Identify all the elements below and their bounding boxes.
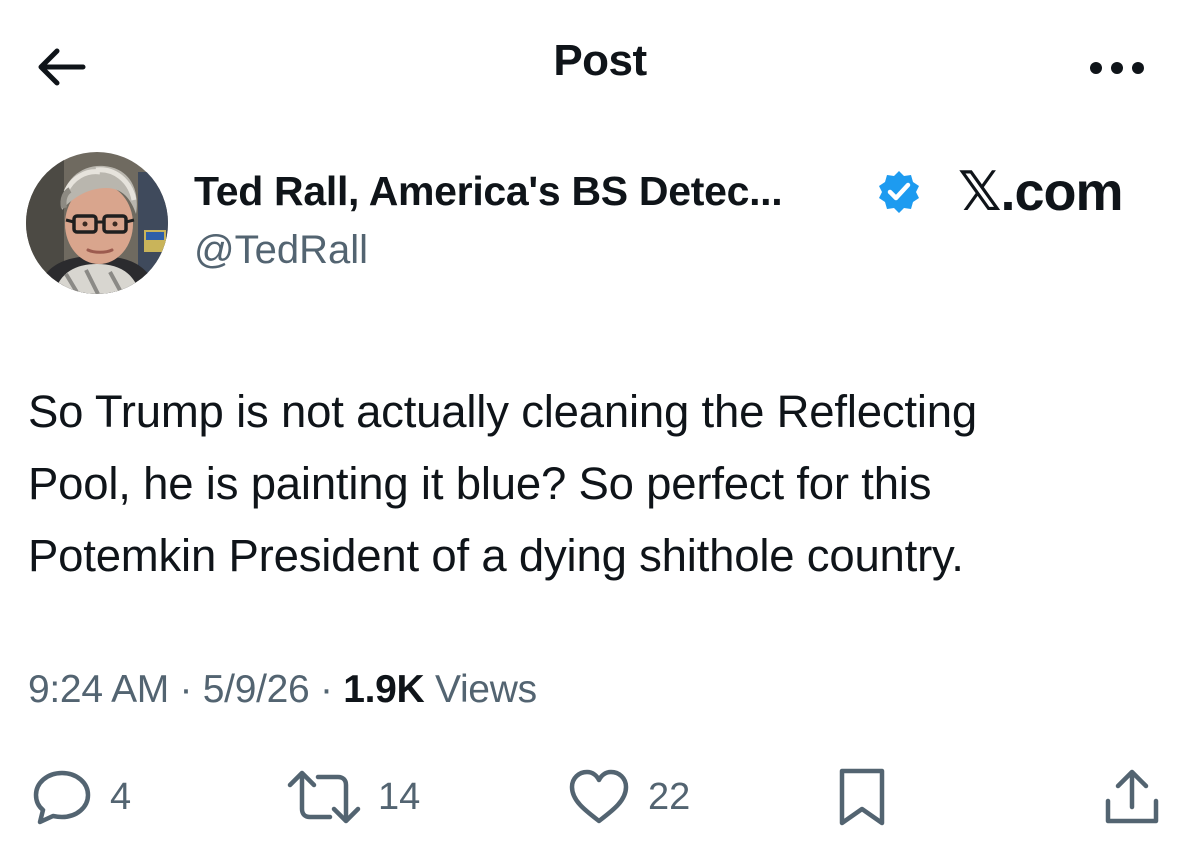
author-display-name[interactable]: Ted Rall, America's BS Detec... (194, 168, 783, 215)
like-button[interactable]: 22 (566, 762, 690, 832)
share-icon (1105, 769, 1159, 824)
post-metadata: 9:24 AM · 5/9/26 · 1.9K Views (28, 668, 537, 712)
views-label[interactable]: Views (435, 668, 537, 711)
post-text-line: Potemkin President of a dying shithole c… (28, 530, 964, 581)
post-text-line: So Trump is not actually cleaning the Re… (28, 386, 977, 437)
reply-button[interactable]: 4 (30, 762, 131, 832)
user-avatar-photo (26, 152, 168, 294)
post-text-line: Pool, he is painting it blue? So perfect… (28, 458, 932, 509)
more-horizontal-icon (1090, 62, 1144, 74)
repost-icon (287, 770, 361, 824)
meta-separator: · (179, 668, 193, 711)
meta-separator: · (319, 668, 333, 711)
bookmark-icon (839, 768, 885, 826)
reply-icon (33, 770, 91, 825)
post-text: So Trump is not actually cleaning the Re… (28, 376, 1188, 592)
post-date[interactable]: 5/9/26 (203, 668, 310, 711)
more-options-button[interactable] (1082, 48, 1152, 88)
author-handle[interactable]: @TedRall (194, 228, 368, 273)
repost-button[interactable]: 14 (286, 762, 420, 832)
reply-count: 4 (110, 775, 132, 818)
heart-icon (569, 769, 629, 824)
site-watermark: 𝕏.com (958, 162, 1124, 222)
share-button[interactable] (1100, 762, 1164, 832)
post-time[interactable]: 9:24 AM (28, 668, 169, 711)
verified-badge-icon[interactable] (876, 169, 922, 215)
repost-count: 14 (378, 775, 421, 818)
page-title: Post (553, 36, 647, 85)
top-bar: Post (0, 0, 1200, 130)
views-count[interactable]: 1.9K (343, 668, 424, 711)
like-count: 22 (648, 775, 691, 818)
avatar[interactable] (26, 152, 168, 294)
bookmark-button[interactable] (832, 762, 892, 832)
